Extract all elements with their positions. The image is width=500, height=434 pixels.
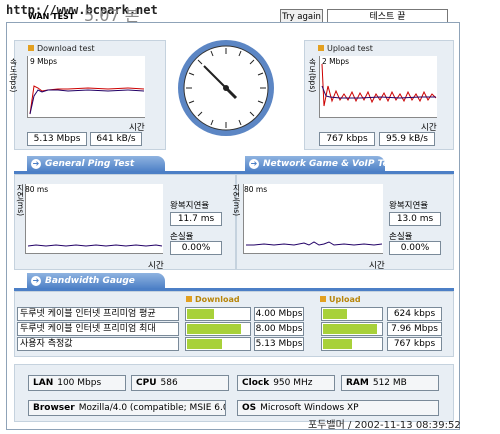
upload-bar-value: 7.96 Mbps — [387, 322, 442, 336]
ping-graph — [25, 184, 163, 254]
upload-bar — [321, 337, 383, 351]
upload-marker-icon — [318, 45, 324, 51]
game-xlabel: 시간 — [369, 261, 385, 271]
game-loss-value: 0.00% — [389, 241, 441, 255]
arrow-icon: ➔ — [31, 159, 41, 169]
ping-loss-value: 0.00% — [170, 241, 222, 255]
download-bar-value: 5.13 Mbps — [254, 337, 304, 351]
ping-xlabel: 시간 — [148, 261, 164, 271]
download-scale: 9 Mbps — [30, 57, 58, 66]
tab-general-ping[interactable]: ➔ General Ping Test — [27, 156, 165, 172]
browser-info: Browser Mozilla/4.0 (compatible; MSIE 6.0 — [28, 400, 226, 416]
wan-test-tab: WAN TEST — [28, 12, 75, 21]
download-bar — [185, 337, 251, 351]
download-title: Download test — [28, 44, 95, 53]
download-marker-icon — [28, 45, 34, 51]
game-chart — [246, 241, 383, 246]
download-mbps-value: 5.13 Mbps — [27, 132, 87, 146]
arrow-icon: ➔ — [31, 276, 41, 286]
tab-network-game[interactable]: ➔ Network Game & VoIP Test — [245, 156, 398, 172]
arrow-icon: ➔ — [249, 159, 259, 169]
lan-info: LAN 100 Mbps — [28, 375, 126, 391]
upload-title: Upload test — [318, 44, 373, 53]
download-bar-value: 4.00 Mbps — [254, 307, 304, 321]
download-bar-fill — [187, 339, 222, 349]
upload-kbs-value: 95.9 kB/s — [379, 132, 435, 146]
upload-bar — [321, 322, 383, 336]
ping-scale: 80 ms — [25, 185, 49, 194]
ping-rtt-value: 11.7 ms — [170, 212, 222, 226]
download-kbs-value: 641 kB/s — [90, 132, 142, 146]
footer-timestamp: 포두밸머 / 2002-11-13 08:39:52 — [308, 420, 461, 431]
download-bar — [185, 307, 251, 321]
speed-gauge — [176, 38, 276, 138]
upload-kbps-value: 767 kbps — [319, 132, 375, 146]
game-ylabel: 지연(ms) — [232, 184, 241, 217]
gauge-download-head: Download — [186, 295, 240, 304]
game-graph — [243, 184, 383, 254]
game-rtt-value: 13.0 ms — [389, 212, 441, 226]
upload-bar-fill — [323, 339, 352, 349]
download-bar-fill — [187, 309, 214, 319]
game-rtt-label: 왕복지연율 — [389, 201, 429, 211]
upload-bar-value: 624 kbps — [387, 307, 442, 321]
upload-bar-value: 767 kbps — [387, 337, 442, 351]
download-bar-value: 8.00 Mbps — [254, 322, 304, 336]
os-info: OS Microsoft Windows XP — [237, 400, 439, 416]
tab-bandwidth-gauge[interactable]: ➔ Bandwidth Gauge — [27, 273, 165, 289]
upload-bar — [321, 307, 383, 321]
gauge-row-label: 사용자 측정값 — [17, 337, 179, 351]
gauge-upload-head: Upload — [320, 295, 361, 304]
download-ylabel: 속도(bps) — [9, 58, 18, 93]
download-marker-icon — [186, 296, 192, 302]
upload-scale: 2 Mbps — [322, 57, 350, 66]
gauge-dial-icon — [178, 40, 274, 136]
ping-chart — [27, 244, 163, 247]
download-bar — [185, 322, 251, 336]
upload-bar-fill — [323, 309, 347, 319]
upload-marker-icon — [320, 296, 326, 302]
clock-info: Clock 950 MHz — [237, 375, 335, 391]
gauge-row-label: 두루넷 케이블 인터넷 프리미엄 최대 — [17, 322, 179, 336]
upload-bar-fill — [323, 324, 377, 334]
ram-info: RAM 512 MB — [341, 375, 439, 391]
upload-ylabel: 속도(bps) — [308, 58, 317, 93]
game-scale: 80 ms — [244, 185, 268, 194]
cpu-info: CPU 586 — [131, 375, 229, 391]
ping-rtt-label: 왕복지연율 — [170, 201, 210, 211]
gauge-row-label: 두루넷 케이블 인터넷 프리미엄 평균 — [17, 307, 179, 321]
download-bar-fill — [187, 324, 241, 334]
